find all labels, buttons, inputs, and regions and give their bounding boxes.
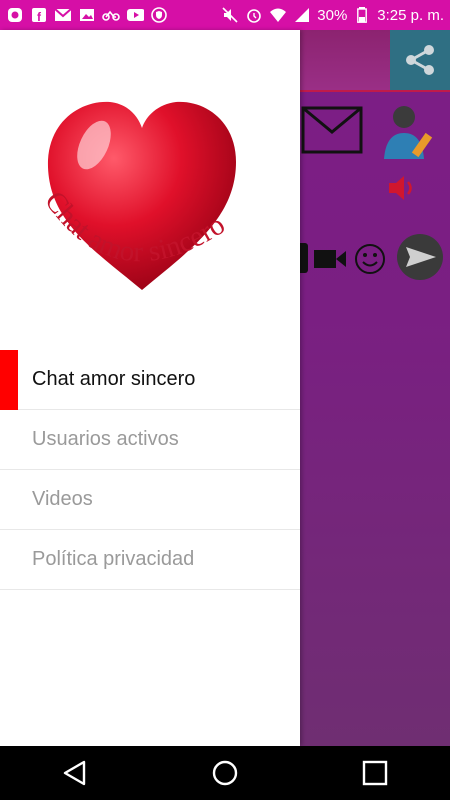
drawer-menu: Chat amor sincero Usuarios activos Video…	[0, 350, 300, 590]
mail-icon	[301, 106, 363, 154]
battery-percent: 30%	[317, 6, 348, 24]
status-time: 3:25 p. m.	[377, 6, 444, 24]
battery-icon	[353, 6, 371, 24]
speaker-icon	[389, 176, 412, 200]
mute-icon	[221, 6, 239, 24]
menu-item-videos[interactable]: Videos	[0, 470, 300, 530]
back-icon	[63, 760, 86, 786]
mail-button[interactable]	[300, 105, 364, 155]
wifi-icon	[269, 6, 287, 24]
system-navigation-bar	[0, 746, 450, 800]
menu-item-label: Política privacidad	[32, 548, 195, 570]
active-indicator	[0, 350, 18, 410]
status-notifications: f	[6, 6, 168, 24]
menu-item-label: Usuarios activos	[32, 428, 179, 450]
youtube-icon	[126, 6, 144, 24]
send-icon	[397, 234, 443, 280]
status-system: 30% 3:25 p. m.	[221, 6, 444, 24]
menu-item-politica-privacidad[interactable]: Política privacidad	[0, 530, 300, 590]
profile-edit-button[interactable]	[378, 98, 438, 162]
menu-item-label: Chat amor sincero	[32, 368, 196, 390]
image-icon	[78, 6, 96, 24]
menu-item-chat-amor-sincero[interactable]: Chat amor sincero	[0, 350, 300, 410]
recents-icon	[362, 760, 388, 786]
video-icon	[314, 250, 346, 268]
notification-icon	[6, 6, 24, 24]
menu-item-usuarios-activos[interactable]: Usuarios activos	[0, 410, 300, 470]
shield-icon	[150, 6, 168, 24]
share-icon	[406, 45, 434, 75]
recents-button[interactable]	[345, 753, 405, 793]
bike-icon	[102, 6, 120, 24]
back-button[interactable]	[45, 753, 105, 793]
facebook-icon: f	[30, 6, 48, 24]
speaker-button[interactable]	[384, 170, 420, 206]
app-logo: Chat amor sincero	[38, 101, 236, 290]
emoji-button[interactable]	[352, 242, 388, 276]
emoji-icon	[355, 244, 385, 274]
signal-icon	[293, 6, 311, 24]
share-button[interactable]	[390, 30, 450, 90]
attach-button-edge[interactable]	[300, 243, 308, 273]
home-button[interactable]	[195, 753, 255, 793]
alarm-icon	[245, 6, 263, 24]
status-bar: f 30% 3:25 p. m.	[0, 0, 450, 30]
navigation-drawer: Chat amor sincero Chat amor sincero Usua…	[0, 30, 300, 746]
menu-item-label: Videos	[32, 488, 93, 510]
send-button[interactable]	[396, 233, 444, 281]
gmail-icon	[54, 6, 72, 24]
home-icon	[212, 760, 238, 786]
user-edit-icon	[384, 106, 433, 159]
video-button[interactable]	[312, 244, 348, 274]
